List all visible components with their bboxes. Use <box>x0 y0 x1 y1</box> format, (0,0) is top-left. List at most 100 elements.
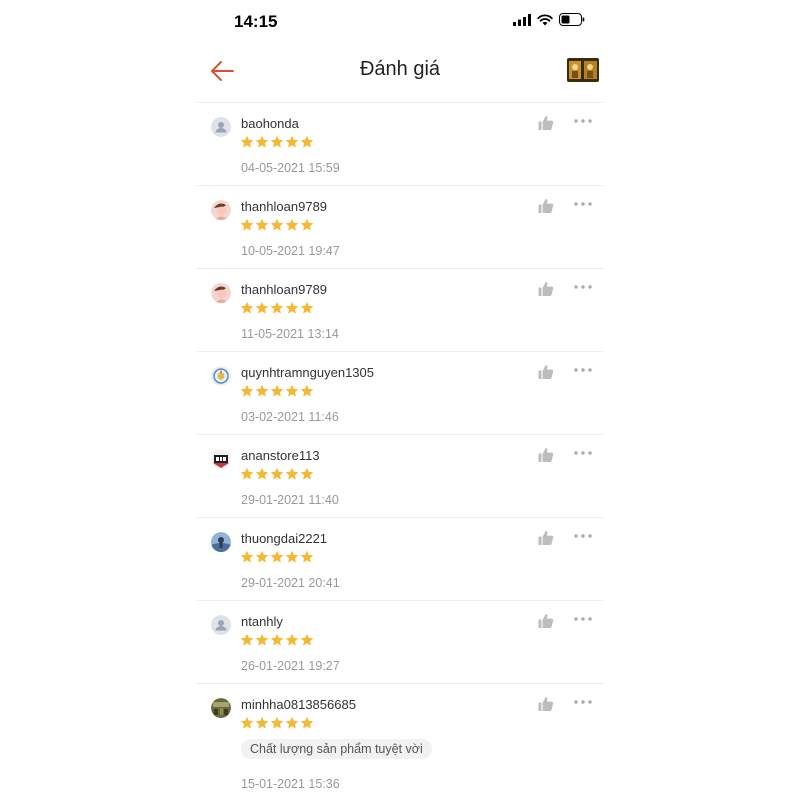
review-date: 11-05-2021 13:14 <box>241 327 339 341</box>
thumbs-up-icon[interactable] <box>538 115 554 131</box>
star-icon <box>285 384 299 397</box>
review-item: thanhloan9789 10-05-2021 19:47 <box>197 186 603 269</box>
thumbs-up-icon[interactable] <box>538 364 554 380</box>
review-item: thanhloan9789 11-05-2021 13:14 <box>197 269 603 352</box>
avatar[interactable] <box>211 449 231 469</box>
page-title: Đánh giá <box>359 58 441 80</box>
review-item: quynhtramnguyen1305 03-02-2021 11:46 <box>197 352 603 435</box>
star-icon <box>270 218 284 231</box>
star-icon <box>285 467 299 480</box>
avatar[interactable] <box>211 615 231 635</box>
avatar[interactable] <box>211 366 231 386</box>
review-date: 26-01-2021 19:27 <box>241 659 340 673</box>
star-icon <box>255 135 269 148</box>
thumbs-up-icon[interactable] <box>538 530 554 546</box>
more-options-icon[interactable] <box>573 531 593 541</box>
star-icon <box>285 716 299 729</box>
star-icon <box>240 467 254 480</box>
star-rating <box>240 218 314 232</box>
star-rating <box>240 550 314 564</box>
reviewer-username: ntanhly <box>241 614 283 629</box>
thumbs-up-icon[interactable] <box>538 613 554 629</box>
more-options-icon[interactable] <box>573 116 593 126</box>
avatar[interactable] <box>211 698 231 718</box>
thumbs-up-icon[interactable] <box>538 281 554 297</box>
star-icon <box>255 467 269 480</box>
star-icon <box>255 633 269 646</box>
star-icon <box>285 301 299 314</box>
star-icon <box>300 218 314 231</box>
star-icon <box>285 135 299 148</box>
wifi-icon <box>537 13 553 25</box>
star-icon <box>300 384 314 397</box>
star-icon <box>300 716 314 729</box>
thumbs-up-icon[interactable] <box>538 447 554 463</box>
status-bar: 14:15 <box>197 0 603 44</box>
review-item: ananstore113 29-01-2021 11:40 <box>197 435 603 518</box>
star-rating <box>240 301 314 315</box>
more-options-icon[interactable] <box>573 614 593 624</box>
review-comment-tag: Chất lượng sản phẩm tuyệt vời <box>241 739 432 759</box>
review-list: baohonda 04-05-2021 15:59 thanhloan9789 10-… <box>197 103 603 804</box>
reviewer-username: ananstore113 <box>241 448 320 463</box>
star-icon <box>270 633 284 646</box>
star-icon <box>240 218 254 231</box>
star-icon <box>240 716 254 729</box>
review-item: minhha0813856685 Chất lượng sản phẩm tuyệ… <box>197 684 603 804</box>
review-date: 10-05-2021 19:47 <box>241 244 340 258</box>
more-options-icon[interactable] <box>573 365 593 375</box>
star-icon <box>300 633 314 646</box>
star-icon <box>300 135 314 148</box>
reviewer-username: quynhtramnguyen1305 <box>241 365 374 380</box>
avatar[interactable] <box>211 200 231 220</box>
star-icon <box>255 550 269 563</box>
star-icon <box>255 716 269 729</box>
more-options-icon[interactable] <box>573 697 593 707</box>
avatar[interactable] <box>211 117 231 137</box>
star-icon <box>270 301 284 314</box>
battery-icon <box>559 13 585 26</box>
review-date: 15-01-2021 15:36 <box>241 777 340 791</box>
star-icon <box>300 467 314 480</box>
reviewer-username: thanhloan9789 <box>241 199 328 214</box>
star-icon <box>285 550 299 563</box>
star-icon <box>270 550 284 563</box>
star-rating <box>240 716 314 730</box>
star-icon <box>300 550 314 563</box>
star-icon <box>255 384 269 397</box>
star-rating <box>240 633 314 647</box>
avatar[interactable] <box>211 283 231 303</box>
status-time: 14:15 <box>234 12 278 31</box>
reviewer-username: baohonda <box>241 116 299 131</box>
more-options-icon[interactable] <box>573 199 593 209</box>
header: Đánh giá <box>197 44 603 103</box>
star-icon <box>300 301 314 314</box>
star-icon <box>240 384 254 397</box>
star-icon <box>270 467 284 480</box>
more-options-icon[interactable] <box>573 448 593 458</box>
thumbs-up-icon[interactable] <box>538 198 554 214</box>
more-options-icon[interactable] <box>573 282 593 292</box>
star-icon <box>270 384 284 397</box>
star-rating <box>240 384 314 398</box>
star-rating <box>240 467 314 481</box>
review-date: 29-01-2021 11:40 <box>241 493 339 507</box>
star-icon <box>255 301 269 314</box>
review-date: 04-05-2021 15:59 <box>241 161 340 175</box>
star-icon <box>240 301 254 314</box>
signal-icon <box>513 13 531 26</box>
reviewer-username: minhha0813856685 <box>241 697 356 712</box>
review-date: 29-01-2021 20:41 <box>241 576 340 590</box>
product-thumbnail[interactable] <box>567 58 599 82</box>
review-item: baohonda 04-05-2021 15:59 <box>197 103 603 186</box>
review-item: ntanhly 26-01-2021 19:27 <box>197 601 603 684</box>
status-icons <box>513 13 585 26</box>
avatar[interactable] <box>211 532 231 552</box>
thumbs-up-icon[interactable] <box>538 696 554 712</box>
star-icon <box>285 633 299 646</box>
star-icon <box>285 218 299 231</box>
review-date: 03-02-2021 11:46 <box>241 410 339 424</box>
reviewer-username: thuongdai2221 <box>241 531 328 546</box>
star-icon <box>270 716 284 729</box>
star-icon <box>255 218 269 231</box>
